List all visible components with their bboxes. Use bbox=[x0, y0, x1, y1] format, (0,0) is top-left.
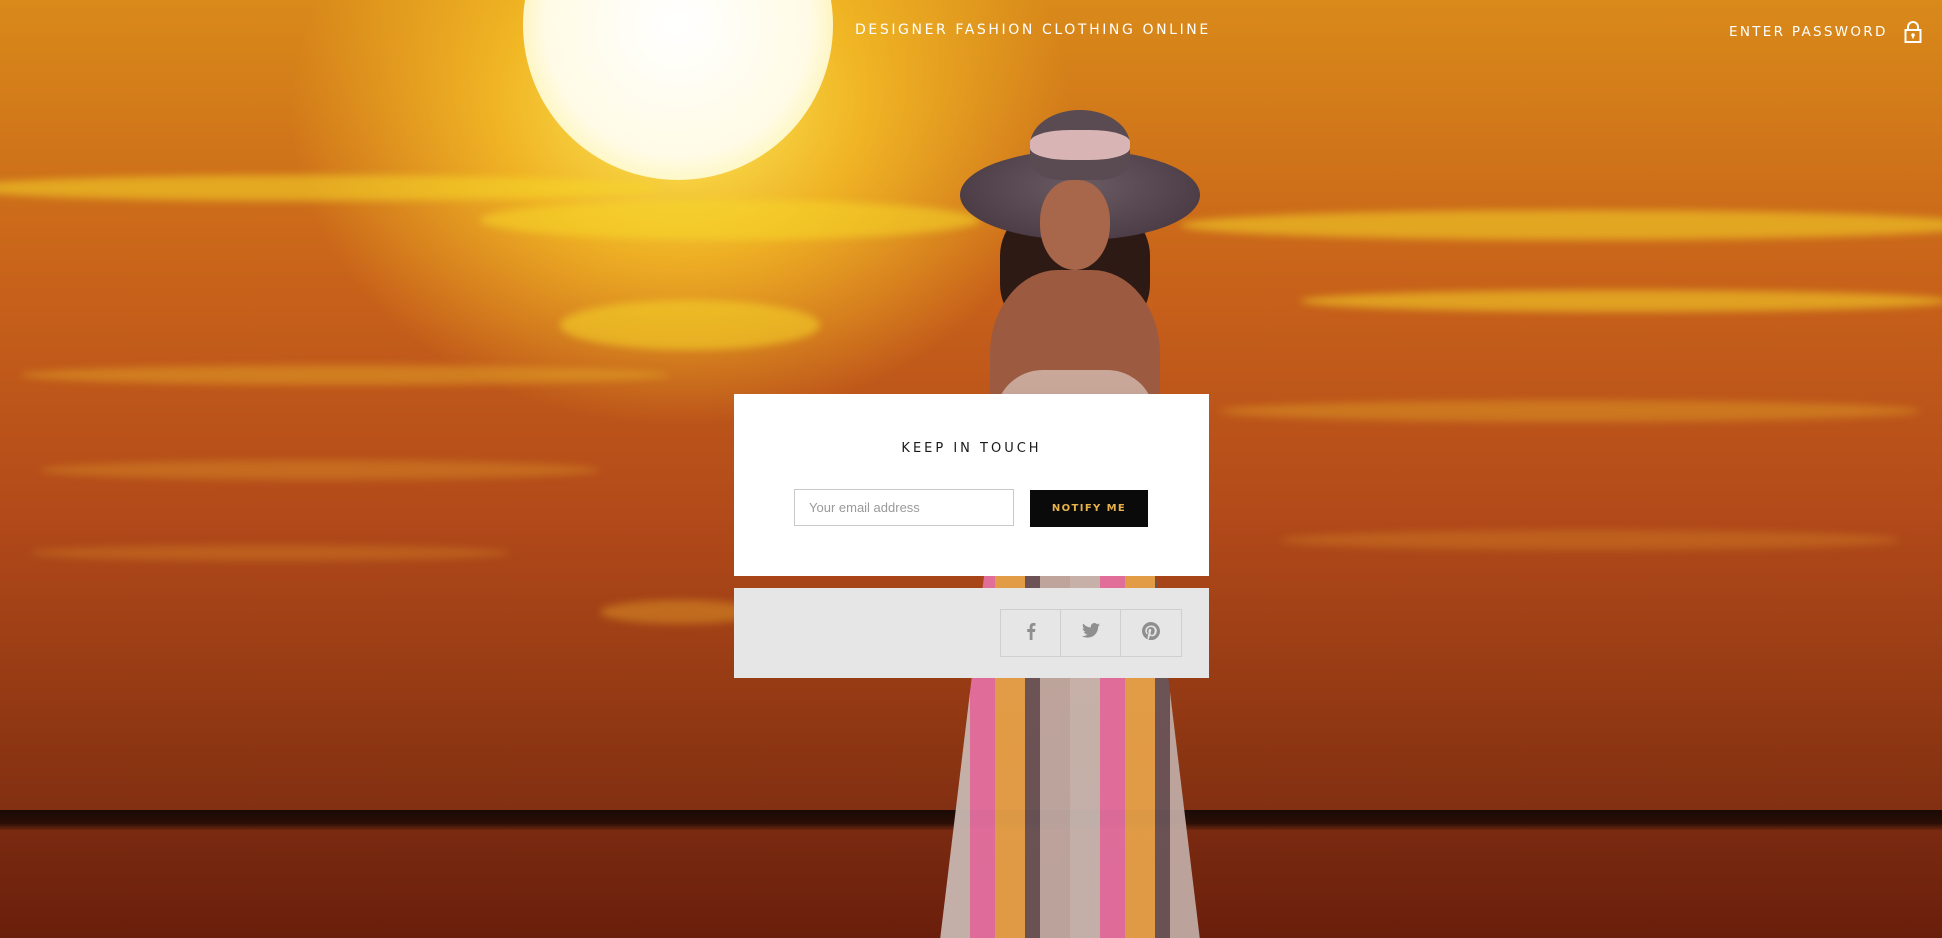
social-share-group bbox=[1000, 609, 1182, 657]
twitter-button[interactable] bbox=[1061, 610, 1121, 656]
store-tagline: DESIGNER FASHION CLOTHING ONLINE bbox=[855, 22, 1211, 38]
newsletter-card: KEEP IN TOUCH NOTIFY ME bbox=[734, 394, 1209, 576]
newsletter-heading: KEEP IN TOUCH bbox=[901, 441, 1042, 456]
cloud bbox=[30, 545, 510, 561]
cloud bbox=[1180, 210, 1942, 240]
pinterest-icon bbox=[1142, 621, 1160, 645]
cloud bbox=[20, 365, 670, 385]
enter-password-link[interactable]: ENTER PASSWORD bbox=[1729, 18, 1922, 46]
notify-me-button[interactable]: NOTIFY ME bbox=[1030, 490, 1148, 527]
model-hat-band bbox=[1030, 130, 1130, 160]
facebook-button[interactable] bbox=[1001, 610, 1061, 656]
cloud bbox=[0, 175, 660, 201]
cloud bbox=[40, 460, 600, 480]
email-input[interactable] bbox=[794, 489, 1014, 526]
cloud bbox=[1280, 530, 1900, 550]
facebook-icon bbox=[1026, 622, 1036, 645]
pinterest-button[interactable] bbox=[1121, 610, 1181, 656]
cloud bbox=[1300, 290, 1942, 312]
lock-icon bbox=[1904, 21, 1922, 43]
twitter-icon bbox=[1081, 623, 1100, 643]
sun bbox=[523, 0, 833, 180]
enter-password-label: ENTER PASSWORD bbox=[1729, 24, 1888, 40]
social-bar bbox=[734, 588, 1209, 678]
model-face bbox=[1040, 180, 1110, 270]
cloud bbox=[1220, 400, 1920, 422]
cloud bbox=[560, 300, 820, 350]
